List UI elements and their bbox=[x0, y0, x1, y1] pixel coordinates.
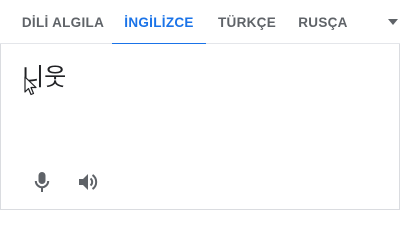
chevron-down-icon bbox=[388, 19, 398, 25]
language-tab-bar: DİLİ ALGILA İNGİLİZCE TÜRKÇE RUSÇA bbox=[0, 0, 400, 45]
voice-input-button[interactable] bbox=[28, 168, 56, 196]
tab-detect-language[interactable]: DİLİ ALGILA bbox=[18, 0, 108, 44]
microphone-icon bbox=[34, 172, 50, 192]
tab-russian[interactable]: RUSÇA bbox=[292, 0, 354, 44]
speaker-icon bbox=[79, 174, 98, 190]
tab-english[interactable]: İNGİLİZCE bbox=[112, 0, 206, 45]
listen-button[interactable] bbox=[74, 168, 102, 196]
tab-turkish[interactable]: TÜRKÇE bbox=[214, 0, 280, 44]
mouse-cursor-icon bbox=[24, 76, 37, 96]
more-languages-button[interactable] bbox=[386, 14, 400, 30]
